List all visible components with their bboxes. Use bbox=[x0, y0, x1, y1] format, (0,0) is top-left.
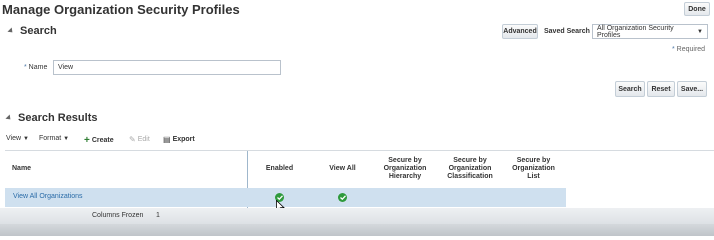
column-header-enabled[interactable]: Enabled bbox=[252, 151, 307, 187]
reset-button[interactable]: Reset bbox=[647, 81, 675, 97]
search-heading: Search bbox=[20, 25, 57, 37]
view-menu[interactable]: View ▼ bbox=[6, 135, 29, 142]
saved-search-label: Saved Search bbox=[544, 28, 590, 35]
saved-search-select[interactable]: All Organization Security Profiles ▼ bbox=[592, 24, 708, 39]
search-section-header[interactable]: Search bbox=[7, 25, 57, 37]
chevron-down-icon: ▼ bbox=[23, 135, 29, 142]
search-button[interactable]: Search bbox=[615, 81, 645, 97]
columns-frozen-count[interactable]: 1 bbox=[156, 212, 160, 219]
edit-button[interactable]: ✎ Edit bbox=[129, 135, 150, 144]
table-footer: Columns Frozen 1 bbox=[0, 208, 714, 224]
chevron-down-icon: ▼ bbox=[697, 28, 703, 35]
name-input[interactable]: View bbox=[53, 60, 281, 75]
saved-search-value: All Organization Security Profiles bbox=[597, 24, 674, 39]
create-button[interactable]: + Create bbox=[84, 135, 114, 146]
pencil-icon: ✎ bbox=[129, 135, 136, 144]
search-results-heading: Search Results bbox=[18, 112, 98, 124]
advanced-button[interactable]: Advanced bbox=[502, 24, 538, 39]
export-icon: ▤ bbox=[163, 135, 171, 144]
column-header-secure-list[interactable]: Secure by Organization List bbox=[506, 151, 561, 187]
table-row[interactable]: View All Organizations bbox=[5, 188, 566, 207]
format-menu[interactable]: Format ▼ bbox=[39, 135, 69, 142]
save-button[interactable]: Save... bbox=[677, 81, 707, 97]
column-header-name[interactable]: Name bbox=[12, 151, 72, 187]
row-name-link[interactable]: View All Organizations bbox=[13, 193, 83, 200]
plus-icon: + bbox=[84, 135, 90, 146]
view-all-check-icon bbox=[338, 193, 347, 202]
column-header-secure-hierarchy[interactable]: Secure by Organization Hierarchy bbox=[375, 151, 435, 187]
name-label: * Name bbox=[24, 64, 48, 71]
search-results-header[interactable]: Search Results bbox=[5, 112, 98, 124]
done-button[interactable]: Done bbox=[684, 2, 710, 16]
column-header-secure-classification[interactable]: Secure by Organization Classification bbox=[438, 151, 502, 187]
column-header-view-all[interactable]: View All bbox=[315, 151, 370, 187]
export-button[interactable]: ▤ Export bbox=[163, 135, 195, 144]
chevron-down-icon: ▼ bbox=[63, 135, 70, 142]
columns-frozen-label: Columns Frozen bbox=[92, 212, 144, 219]
required-note: * Required bbox=[672, 46, 706, 53]
horizontal-scrollbar[interactable] bbox=[0, 224, 714, 236]
collapse-icon bbox=[5, 114, 13, 122]
collapse-icon bbox=[7, 27, 15, 35]
page-title: Manage Organization Security Profiles bbox=[2, 2, 240, 17]
